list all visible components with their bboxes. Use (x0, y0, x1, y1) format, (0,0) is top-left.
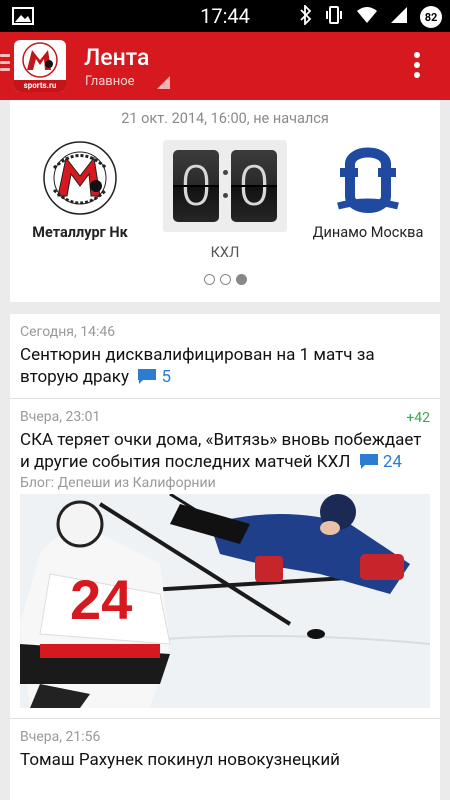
overflow-menu-icon[interactable] (414, 52, 420, 82)
pager-dots[interactable] (10, 274, 440, 285)
comments-link[interactable]: 24 (355, 452, 402, 472)
news-time: Сегодня, 14:46 (20, 324, 116, 340)
away-score: 0 (231, 150, 277, 222)
pager-dot[interactable] (219, 274, 231, 285)
page-title: Лента (84, 44, 150, 71)
dropdown-caret-icon[interactable] (157, 76, 170, 89)
score-separator (221, 170, 229, 216)
svg-text:24: 24 (70, 568, 132, 631)
news-title[interactable]: СКА теряет очки дома, «Витязь» вновь поб… (20, 429, 430, 473)
rating-badge: +42 (406, 410, 430, 426)
comments-count: 24 (382, 452, 402, 472)
home-team[interactable]: Металлург Нк (10, 138, 150, 241)
home-team-name: Металлург Нк (32, 224, 128, 241)
pager-dot[interactable] (203, 274, 215, 285)
home-score: 0 (173, 150, 219, 222)
section-selector[interactable]: Главное (85, 74, 135, 89)
away-team-name: Динамо Москва (312, 224, 424, 241)
battery-icon: 82 (420, 6, 442, 28)
news-title[interactable]: Сентюрин дисквалифицирован на 1 матч за … (20, 344, 430, 388)
app-bar: sports.ru Лента Главное (0, 32, 450, 100)
comments-count: 5 (161, 367, 172, 387)
league-name: КХЛ (210, 244, 240, 261)
news-title[interactable]: Томаш Рахунек покинул новокузнецкий (20, 749, 430, 771)
match-datetime: 21 окт. 2014, 16:00, не начался (121, 110, 329, 127)
status-bar: 17:44 82 (0, 0, 450, 32)
news-photo[interactable]: 24 (20, 494, 430, 708)
news-item[interactable]: Вчера, 23:01 +42 СКА теряет очки дома, «… (10, 399, 440, 719)
news-item[interactable]: Сегодня, 14:46 Сентюрин дисквалифицирова… (10, 314, 440, 399)
metallurg-logo-icon (40, 138, 120, 218)
news-item[interactable]: Вчера, 21:56 Томаш Рахунек покинул новок… (10, 719, 440, 781)
match-card[interactable]: 21 окт. 2014, 16:00, не начался Металлур… (10, 100, 440, 302)
app-logo[interactable]: sports.ru (14, 40, 66, 92)
dynamo-logo-icon (328, 138, 408, 218)
news-time: Вчера, 21:56 (20, 729, 101, 745)
wifi-icon (356, 6, 378, 28)
comment-bubble-icon (359, 454, 378, 469)
pager-dot-active[interactable] (235, 274, 247, 285)
bluetooth-icon (300, 3, 312, 29)
scoreboard: 0 0 (163, 140, 287, 232)
logo-text: sports.ru (14, 80, 66, 92)
away-team[interactable]: Динамо Москва (298, 138, 438, 241)
hamburger-icon[interactable] (0, 54, 10, 75)
signal-icon (390, 6, 408, 28)
vibrate-icon (324, 5, 344, 29)
news-time: Вчера, 23:01 (20, 409, 101, 425)
comment-bubble-icon (138, 369, 157, 384)
blog-source[interactable]: Блог: Депеши из Калифорнии (20, 475, 430, 491)
news-title-text: Сентюрин дисквалифицирован на 1 матч за … (20, 345, 375, 387)
news-feed[interactable]: Сегодня, 14:46 Сентюрин дисквалифицирова… (10, 314, 440, 800)
comments-link[interactable]: 5 (133, 367, 171, 387)
